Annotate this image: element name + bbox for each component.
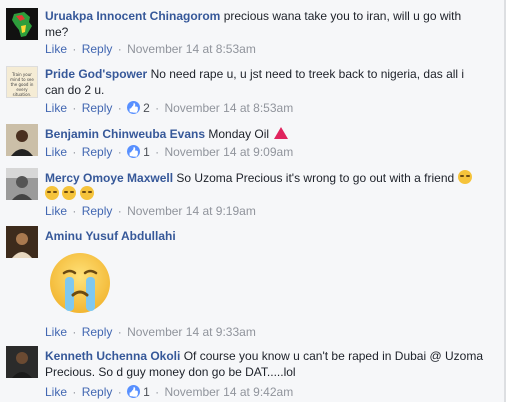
red-triangle-icon (274, 127, 289, 139)
person-photo-icon (6, 168, 38, 200)
separator: · (155, 101, 160, 115)
comment-body: Pride God'spower No need rape u, u jst n… (45, 66, 485, 98)
reply-link[interactable]: Reply (82, 204, 113, 218)
thumbs-up-icon[interactable] (127, 385, 141, 398)
comment-author[interactable]: Pride God'spower (45, 67, 147, 81)
comment-author[interactable]: Mercy Omoye Maxwell (45, 171, 173, 185)
comment-author[interactable]: Aminu Yusuf Abdullahi (45, 229, 176, 243)
timestamp[interactable]: November 14 at 8:53am (127, 42, 256, 56)
like-link[interactable]: Like (45, 101, 67, 115)
comment-author[interactable]: Benjamin Chinweuba Evans (45, 127, 205, 141)
reaction-count[interactable]: 1 (143, 385, 150, 399)
comment-body: Mercy Omoye Maxwell So Uzoma Precious it… (45, 170, 495, 202)
comment-text: Monday Oil (208, 127, 270, 141)
reply-link[interactable]: Reply (82, 325, 113, 339)
separator: · (72, 101, 77, 115)
comment-body: Aminu Yusuf Abdullahi (45, 228, 485, 244)
person-photo-icon (6, 346, 38, 378)
timestamp[interactable]: November 14 at 9:42am (164, 385, 293, 399)
separator: · (117, 325, 122, 339)
comment-actions: Like · Reply · 2 · November 14 at 8:53am (45, 100, 293, 116)
comment-author[interactable]: Kenneth Uchenna Okoli (45, 349, 180, 363)
smirk-emoji-icon (62, 186, 77, 200)
like-link[interactable]: Like (45, 42, 67, 56)
thumbs-up-icon[interactable] (127, 101, 141, 114)
smirk-emoji-icon (457, 170, 472, 184)
timestamp[interactable]: November 14 at 9:09am (164, 145, 293, 159)
avatar[interactable] (6, 124, 38, 156)
thumbs-up-icon[interactable] (127, 145, 141, 158)
separator: · (117, 204, 122, 218)
reaction-count[interactable]: 1 (143, 145, 150, 159)
comment-body: Uruakpa Innocent Chinagorom precious wan… (45, 8, 485, 40)
comment-actions: Like · Reply · 1 · November 14 at 9:09am (45, 144, 293, 160)
like-link[interactable]: Like (45, 385, 67, 399)
separator: · (117, 145, 122, 159)
like-link[interactable]: Like (45, 145, 67, 159)
comment-body: Kenneth Uchenna Okoli Of course you know… (45, 348, 485, 380)
separator: · (155, 145, 160, 159)
comment-author[interactable]: Uruakpa Innocent Chinagorom (45, 9, 220, 23)
crying-face-emoji-icon (50, 253, 110, 313)
separator: · (72, 42, 77, 56)
smirk-emoji-icon (45, 186, 59, 200)
avatar[interactable]: Train your mind to see the good in every… (6, 66, 38, 98)
person-photo-icon (6, 226, 38, 258)
avatar[interactable] (6, 168, 38, 200)
smirk-emoji-icon (79, 186, 94, 200)
reply-link[interactable]: Reply (82, 101, 113, 115)
reply-link[interactable]: Reply (82, 385, 113, 399)
avatar[interactable] (6, 226, 38, 258)
comment-actions: Like · Reply · November 14 at 9:19am (45, 203, 256, 219)
separator: · (72, 145, 77, 159)
separator: · (72, 204, 77, 218)
comment-actions: Like · Reply · November 14 at 8:53am (45, 41, 256, 57)
timestamp[interactable]: November 14 at 9:33am (127, 325, 256, 339)
avatar[interactable] (6, 8, 38, 40)
reaction-count[interactable]: 2 (143, 101, 150, 115)
timestamp[interactable]: November 14 at 8:53am (164, 101, 293, 115)
separator: · (155, 385, 160, 399)
comment-body: Benjamin Chinweuba Evans Monday Oil (45, 126, 485, 142)
separator: · (117, 101, 122, 115)
separator: · (117, 42, 122, 56)
reply-link[interactable]: Reply (82, 42, 113, 56)
avatar-quote: Train your mind to see the good in every… (10, 72, 34, 97)
separator: · (72, 385, 77, 399)
avatar[interactable] (6, 346, 38, 378)
like-link[interactable]: Like (45, 325, 67, 339)
separator: · (117, 385, 122, 399)
africa-map-icon (6, 8, 38, 40)
comment-actions: Like · Reply · November 14 at 9:33am (45, 324, 256, 340)
like-link[interactable]: Like (45, 204, 67, 218)
reply-link[interactable]: Reply (82, 145, 113, 159)
comment-actions: Like · Reply · 1 · November 14 at 9:42am (45, 384, 293, 400)
separator: · (72, 325, 77, 339)
person-photo-icon (6, 124, 38, 156)
timestamp[interactable]: November 14 at 9:19am (127, 204, 256, 218)
comment-text: So Uzoma Precious it's wrong to go out w… (176, 171, 455, 185)
